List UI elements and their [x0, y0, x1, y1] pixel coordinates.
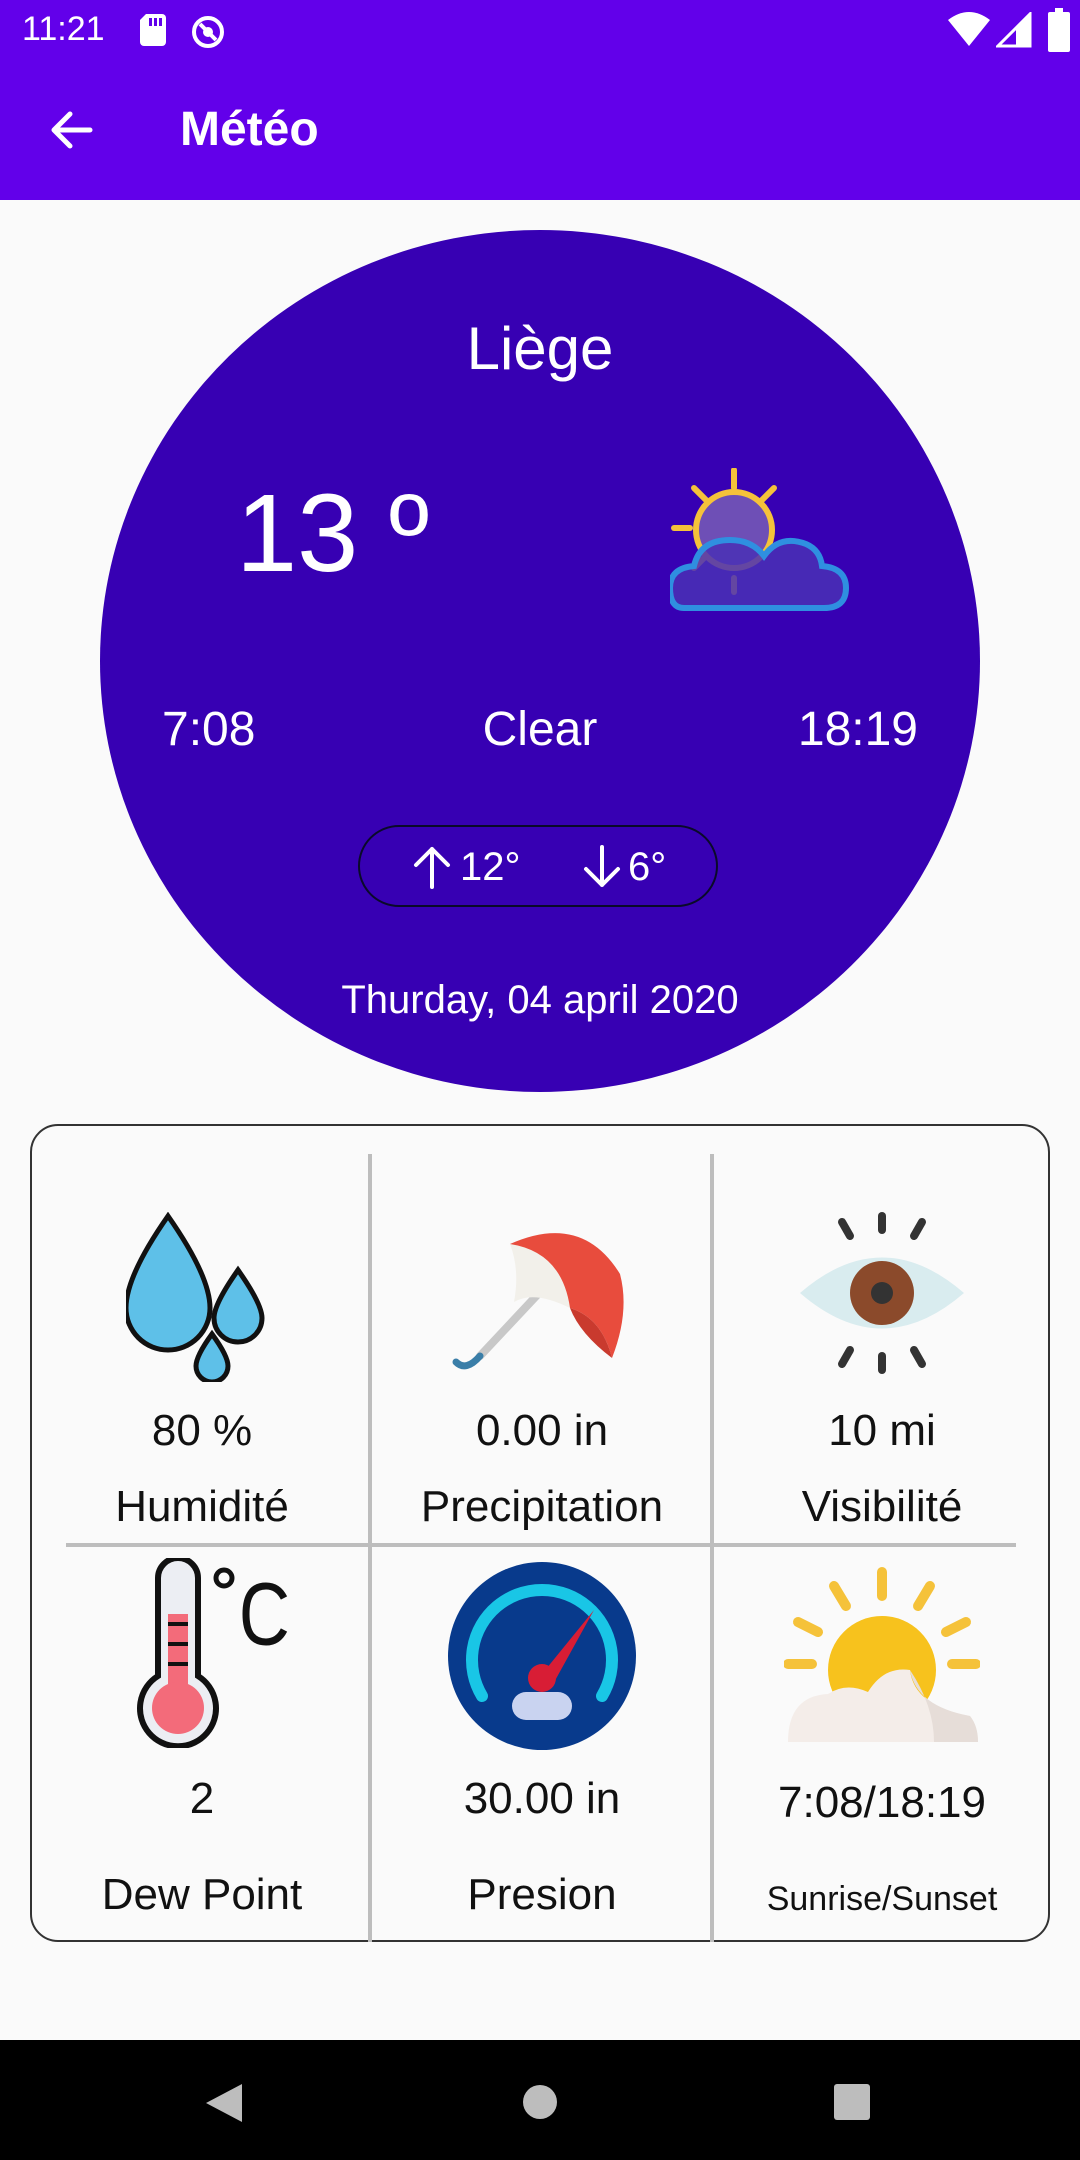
weather-details-card: 80 % Humidité 0.00 in Precipitation 10 m…: [30, 1124, 1050, 1942]
detail-label: Sunrise/Sunset: [766, 1880, 998, 1918]
sunset-time: 18:19: [797, 703, 918, 756]
page-title: Météo: [180, 103, 319, 156]
cell-signal-icon: [996, 12, 1032, 48]
arrow-down-icon: [584, 845, 620, 887]
nav-recents-icon[interactable]: [834, 2084, 870, 2120]
umbrella-icon: [452, 1233, 624, 1370]
sunrise-icon: [784, 1567, 980, 1742]
nav-home-icon[interactable]: [522, 2084, 558, 2120]
detail-value: 7:08/18:19: [778, 1778, 986, 1827]
high-temperature: 12°: [460, 845, 521, 889]
detail-label: Precipitation: [420, 1482, 664, 1531]
nav-back-icon[interactable]: [204, 2082, 244, 2124]
sd-card-icon: [140, 14, 166, 46]
detail-dew-point: 2 Dew Point: [32, 1546, 372, 1944]
data-saver-icon: [192, 16, 224, 48]
weather-summary-circle: Liège 13 º 7:08 Clear 18:19 12° 6° Thurd…: [100, 230, 980, 1092]
battery-icon: [1048, 8, 1070, 52]
eye-icon: [800, 1212, 964, 1374]
arrow-up-icon: [414, 847, 450, 889]
detail-visibility: 10 mi Visibilité: [712, 1126, 1052, 1546]
city-name: Liège: [466, 315, 614, 382]
sun-behind-cloud-icon: [670, 468, 850, 611]
thermometer-icon: [137, 1558, 288, 1748]
status-bar: 11:21: [0, 0, 1080, 60]
pressure-gauge-icon: [448, 1562, 636, 1750]
detail-humidity: 80 % Humidité: [32, 1126, 372, 1546]
detail-label: Dew Point: [101, 1870, 303, 1919]
detail-label: Humidité: [115, 1482, 289, 1531]
system-nav-bar: [0, 2040, 1080, 2160]
raindrops-icon: [126, 1212, 265, 1382]
forecast-date: Thurday, 04 april 2020: [341, 978, 739, 1022]
back-arrow-icon[interactable]: [46, 104, 98, 156]
detail-sunrise-sunset: 7:08/18:19 Sunrise/Sunset: [712, 1546, 1052, 1944]
detail-label: Presion: [467, 1870, 617, 1919]
detail-label: Visibilité: [801, 1482, 963, 1531]
detail-value: 10 mi: [828, 1406, 936, 1455]
detail-pressure: 30.00 in Presion: [372, 1546, 712, 1944]
min-max-temperature: 12° 6°: [358, 825, 718, 907]
wifi-icon: [948, 12, 990, 46]
status-time: 11:21: [22, 10, 105, 48]
low-temperature: 6°: [628, 845, 667, 889]
detail-value: 2: [189, 1774, 215, 1823]
app-bar: Météo: [0, 60, 1080, 200]
detail-value: 0.00 in: [475, 1406, 609, 1455]
current-temperature: 13 º: [236, 472, 430, 595]
detail-precipitation: 0.00 in Precipitation: [372, 1126, 712, 1546]
detail-value: 80 %: [151, 1406, 253, 1455]
detail-value: 30.00 in: [463, 1774, 621, 1823]
